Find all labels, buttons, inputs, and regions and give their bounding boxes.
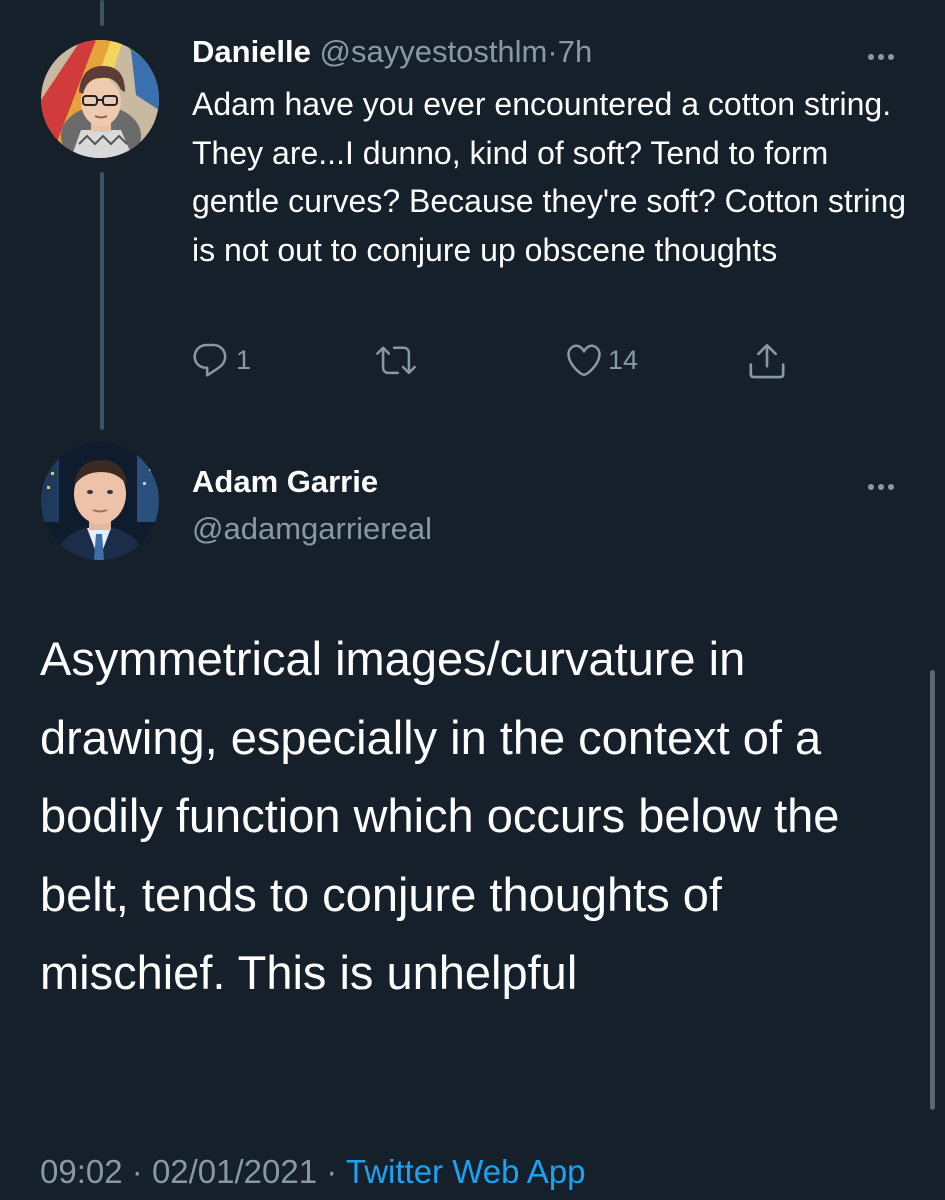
tweet-meta: 09:02 · 02/01/2021 · Twitter Web App <box>40 1148 586 1196</box>
reply-author-name[interactable]: Danielle <box>192 34 311 69</box>
heart-icon <box>564 340 604 380</box>
avatar-adam-garrie[interactable] <box>41 442 159 560</box>
reply-tweet-header: Danielle @sayyestosthlm·7h <box>192 28 592 76</box>
share-icon <box>746 340 788 382</box>
retweet-button[interactable] <box>376 340 422 380</box>
main-more-icon[interactable] <box>866 470 896 501</box>
main-tweet-text: Asymmetrical images/curvature in drawing… <box>40 632 840 999</box>
reply-tweet-text: Adam have you ever encountered a cotton … <box>192 86 907 268</box>
like-button[interactable]: 14 <box>564 340 638 380</box>
meta-separator: · <box>131 1153 143 1190</box>
meta-separator: · <box>326 1153 338 1190</box>
tweet-time[interactable]: 09:02 <box>40 1153 123 1190</box>
reply-more-icon[interactable] <box>866 40 896 71</box>
thread-line-top <box>100 0 104 26</box>
avatar-danielle[interactable] <box>41 40 159 158</box>
reply-timestamp[interactable]: 7h <box>558 34 592 69</box>
tweet-date[interactable]: 02/01/2021 <box>152 1153 317 1190</box>
reply-button[interactable]: 1 <box>190 340 251 380</box>
reply-icon <box>190 340 230 380</box>
main-author-handle[interactable]: @adamgarriereal <box>192 505 432 553</box>
thread-line <box>100 172 104 430</box>
reply-author-handle[interactable]: @sayyestosthlm <box>320 34 548 69</box>
tweet-source-link[interactable]: Twitter Web App <box>346 1153 586 1190</box>
reply-count: 1 <box>236 344 252 375</box>
like-count: 14 <box>608 344 639 375</box>
reply-time-separator: · <box>547 34 558 69</box>
share-button[interactable] <box>746 340 788 382</box>
scrollbar[interactable] <box>930 670 935 1110</box>
retweet-icon <box>376 340 416 380</box>
main-author-name[interactable]: Adam Garrie <box>192 458 378 506</box>
